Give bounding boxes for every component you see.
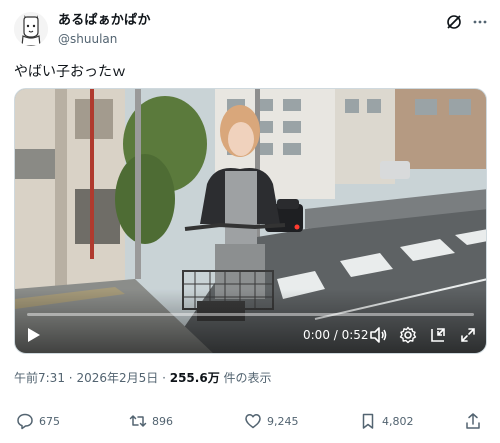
post-header: あるぱぁかぱか @shuulan	[14, 10, 488, 50]
pip-icon[interactable]	[429, 326, 447, 344]
video-player[interactable]: 0:00 / 0:52	[14, 88, 487, 354]
reply-button[interactable]: 675	[16, 410, 60, 432]
alpaca-avatar-icon	[14, 12, 48, 46]
play-icon[interactable]	[27, 327, 41, 343]
video-progress-bar[interactable]	[27, 313, 474, 316]
video-time: 0:00 / 0:52	[303, 328, 369, 342]
bookmark-button[interactable]: 4,802	[359, 410, 414, 432]
post-date[interactable]: 2026年2月5日	[76, 371, 158, 385]
bookmark-icon	[362, 413, 374, 429]
avatar[interactable]	[14, 12, 48, 46]
like-button[interactable]: 9,245	[244, 410, 299, 432]
reply-icon	[17, 413, 33, 430]
post-meta: 午前7:31 · 2026年2月5日 · 255.6万 件の表示	[14, 370, 272, 386]
post-time[interactable]: 午前7:31	[14, 371, 65, 385]
user-handle[interactable]: @shuulan	[58, 31, 151, 47]
video-controls: 0:00 / 0:52	[15, 323, 486, 349]
meta-separator: ·	[68, 371, 73, 385]
repost-button[interactable]: 896	[129, 410, 173, 432]
author-names: あるぱぁかぱか @shuulan	[58, 12, 151, 47]
fullscreen-icon[interactable]	[459, 326, 477, 344]
repost-icon	[129, 415, 147, 427]
more-icon[interactable]	[472, 14, 488, 30]
settings-icon[interactable]	[399, 326, 417, 344]
meta-separator: ·	[162, 371, 166, 385]
like-count: 9,245	[267, 414, 299, 428]
like-icon	[245, 414, 261, 429]
post-text: やばい子おったｗ	[14, 64, 126, 80]
bookmark-count: 4,802	[382, 414, 414, 428]
views-label: 件の表示	[223, 371, 272, 385]
display-name[interactable]: あるぱぁかぱか	[58, 12, 151, 30]
action-bar: 675 896 9,245 4,802	[14, 410, 486, 434]
repost-count: 896	[152, 414, 173, 428]
reply-count: 675	[39, 414, 60, 428]
share-button[interactable]	[464, 410, 482, 432]
views-count: 255.6万	[169, 371, 220, 385]
share-icon	[466, 413, 480, 429]
volume-icon[interactable]	[369, 326, 387, 344]
grok-icon[interactable]	[446, 14, 462, 30]
